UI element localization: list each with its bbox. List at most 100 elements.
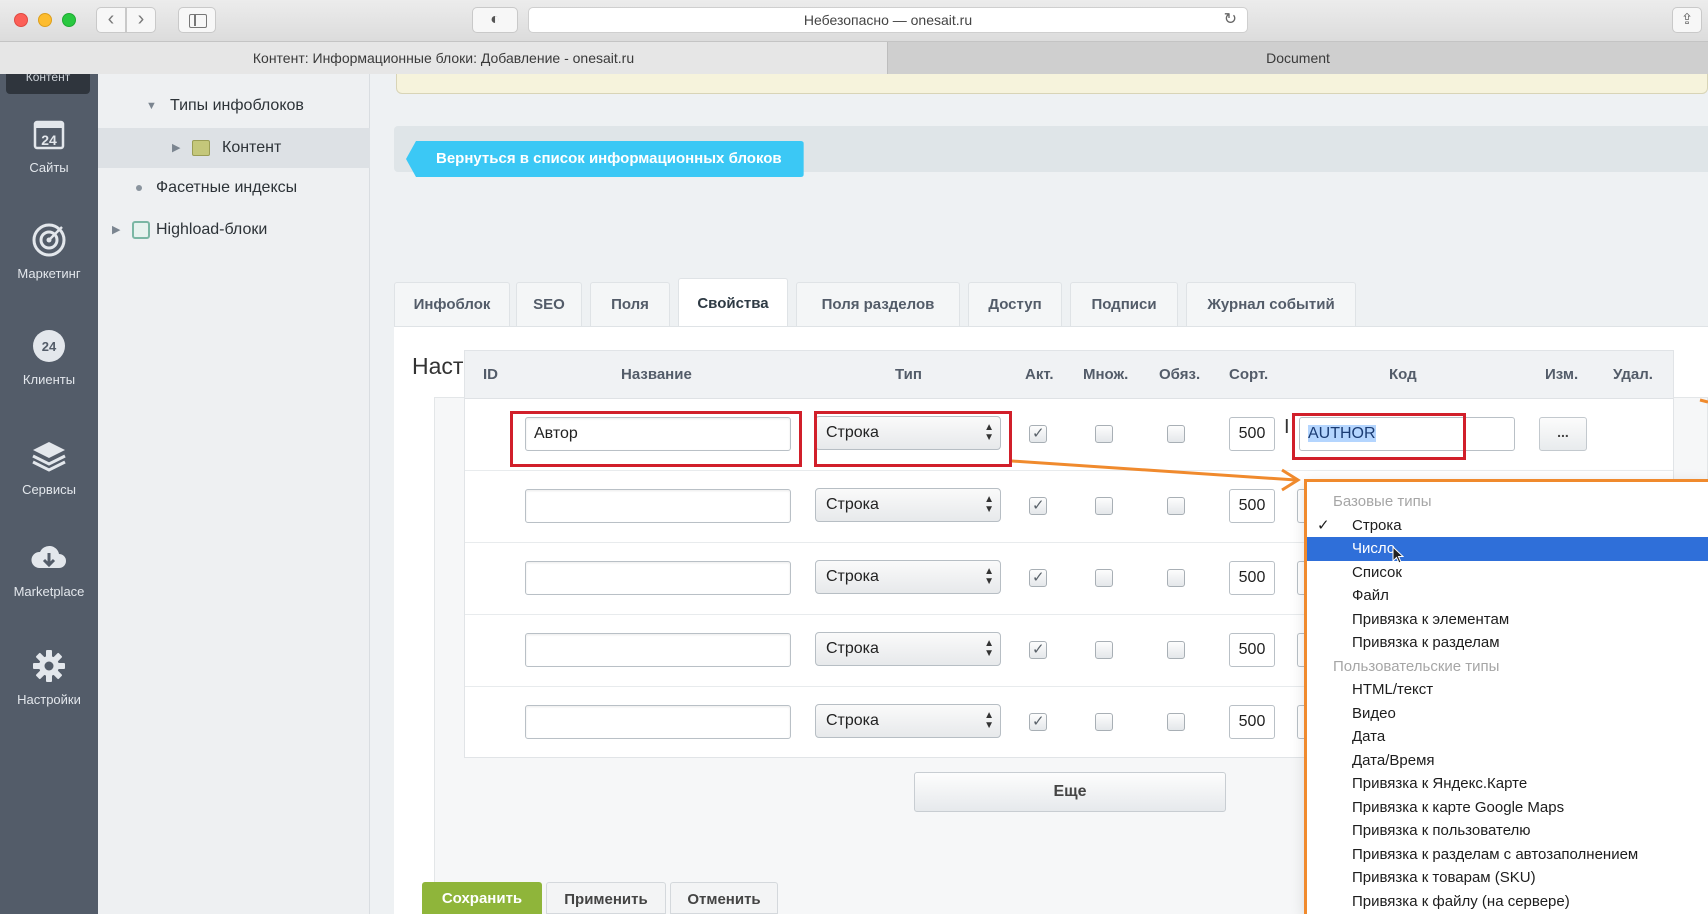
triangle-right-icon[interactable]: ▶ xyxy=(172,128,180,168)
sort-input[interactable]: 500 xyxy=(1229,417,1275,451)
dropdown-option[interactable]: Привязка к Яндекс.Карте xyxy=(1307,772,1708,796)
tab-properties[interactable]: Свойства xyxy=(678,278,788,326)
dropdown-option[interactable]: ✓ Строка xyxy=(1307,514,1708,538)
col-header: Тип xyxy=(895,366,922,383)
privacy-icon: ◐ xyxy=(490,11,500,28)
select-value: Строка xyxy=(826,640,879,657)
multiple-checkbox[interactable] xyxy=(1095,425,1113,443)
dropdown-option[interactable]: Файл xyxy=(1307,584,1708,608)
dropdown-group-label: Пользовательские типы xyxy=(1333,657,1500,675)
tree-item-facet-indexes[interactable]: Фасетные индексы xyxy=(98,168,370,208)
dropdown-option-highlighted[interactable]: Число xyxy=(1307,537,1708,561)
multiple-checkbox[interactable] xyxy=(1095,713,1113,731)
rail-item-settings[interactable]: Настройки xyxy=(0,646,98,707)
select-arrows-icon: ▲ ▼ xyxy=(984,638,994,659)
chevron-right-icon: › xyxy=(137,8,145,30)
select-arrows-icon: ▲ ▼ xyxy=(984,710,994,731)
triangle-down-icon[interactable]: ▼ xyxy=(146,86,157,126)
dropdown-option[interactable]: Дата xyxy=(1307,725,1708,749)
multiple-checkbox[interactable] xyxy=(1095,497,1113,515)
property-name-input[interactable] xyxy=(525,633,791,667)
dropdown-option[interactable]: Привязка к разделам с автозаполнением xyxy=(1307,843,1708,867)
dropdown-option[interactable]: Привязка к товарам (SKU) xyxy=(1307,866,1708,890)
property-type-select[interactable]: Строка ▲ ▼ xyxy=(815,632,1001,666)
required-checkbox[interactable] xyxy=(1167,425,1185,443)
rail-top-item[interactable]: Контент xyxy=(6,74,90,94)
required-checkbox[interactable] xyxy=(1167,713,1185,731)
cancel-button[interactable]: Отменить xyxy=(670,882,778,914)
close-window-button[interactable] xyxy=(14,13,28,27)
active-checkbox[interactable] xyxy=(1029,712,1047,731)
select-arrows-icon: ▲ ▼ xyxy=(984,566,994,587)
property-type-select[interactable]: Строка ▲ ▼ xyxy=(815,560,1001,594)
more-rows-button[interactable]: Еще xyxy=(914,772,1226,812)
tab-access[interactable]: Доступ xyxy=(968,282,1062,326)
tree-item-highload[interactable]: ▶ Highload-блоки xyxy=(98,210,370,250)
zoom-window-button[interactable] xyxy=(62,13,76,27)
dropdown-option[interactable]: Привязка к разделам xyxy=(1307,631,1708,655)
tree-item-label: Типы инфоблоков xyxy=(170,97,304,114)
active-checkbox[interactable] xyxy=(1029,568,1047,587)
save-button[interactable]: Сохранить xyxy=(422,882,542,914)
active-checkbox[interactable] xyxy=(1029,496,1047,515)
rail-label: Клиенты xyxy=(22,372,76,387)
rail-label: Marketplace xyxy=(13,584,85,599)
col-header: Сорт. xyxy=(1229,366,1269,383)
address-bar[interactable]: Небезопасно — onesait.ru ↻ xyxy=(528,7,1248,33)
edit-property-button[interactable]: ... xyxy=(1539,417,1587,451)
privacy-report-button[interactable]: ◐ xyxy=(472,7,518,33)
browser-tab-active[interactable]: Контент: Информационные блоки: Добавлени… xyxy=(0,42,888,74)
address-text: Небезопасно — onesait.ru xyxy=(803,12,973,28)
forward-nav-button[interactable]: › xyxy=(126,7,156,33)
dropdown-option[interactable]: Привязка к элементам xyxy=(1307,608,1708,632)
multiple-checkbox[interactable] xyxy=(1095,569,1113,587)
rail-item-clients[interactable]: 24 Клиенты xyxy=(0,326,98,387)
tab-section-fields[interactable]: Поля разделов xyxy=(796,282,960,326)
reload-icon[interactable]: ↻ xyxy=(1224,8,1237,32)
property-type-select[interactable]: Строка ▲ ▼ xyxy=(815,704,1001,738)
back-nav-button[interactable]: ‹ xyxy=(96,7,126,33)
rail-item-services[interactable]: Сервисы xyxy=(0,436,98,497)
property-type-select[interactable]: Строка ▲ ▼ xyxy=(815,488,1001,522)
iblock-type-icon xyxy=(192,140,210,156)
sort-input[interactable]: 500 xyxy=(1229,705,1275,739)
tab-event-log[interactable]: Журнал событий xyxy=(1186,282,1356,326)
dropdown-option[interactable]: Видео xyxy=(1307,702,1708,726)
property-name-input[interactable] xyxy=(525,705,791,739)
crm-24-icon: 24 xyxy=(29,326,69,366)
minimize-window-button[interactable] xyxy=(38,13,52,27)
tab-seo[interactable]: SEO xyxy=(516,282,582,326)
triangle-right-icon[interactable]: ▶ xyxy=(112,210,120,250)
required-checkbox[interactable] xyxy=(1167,569,1185,587)
property-name-input[interactable] xyxy=(525,489,791,523)
dropdown-option[interactable]: Список xyxy=(1307,561,1708,585)
active-checkbox[interactable] xyxy=(1029,640,1047,659)
rail-item-marketplace[interactable]: Marketplace xyxy=(0,538,98,599)
back-to-list-button[interactable]: Вернуться в список информационных блоков xyxy=(406,141,1194,177)
dropdown-option[interactable]: HTML/текст xyxy=(1307,678,1708,702)
required-checkbox[interactable] xyxy=(1167,497,1185,515)
sort-input[interactable]: 500 xyxy=(1229,489,1275,523)
tab-captions[interactable]: Подписи xyxy=(1070,282,1178,326)
sort-input[interactable]: 500 xyxy=(1229,561,1275,595)
sort-input[interactable]: 500 xyxy=(1229,633,1275,667)
dropdown-option[interactable]: Привязка к карте Google Maps xyxy=(1307,796,1708,820)
rail-item-marketing[interactable]: Маркетинг xyxy=(0,220,98,281)
share-button[interactable]: ⇪ xyxy=(1672,7,1702,33)
required-checkbox[interactable] xyxy=(1167,641,1185,659)
tree-item-content[interactable]: ▶ Контент xyxy=(98,128,370,168)
active-checkbox[interactable] xyxy=(1029,424,1047,443)
mouse-pointer-icon xyxy=(1392,546,1404,564)
dropdown-option[interactable]: Дата/Время xyxy=(1307,749,1708,773)
rail-item-sites[interactable]: 24 Сайты xyxy=(0,114,98,175)
tab-iblock[interactable]: Инфоблок xyxy=(394,282,510,326)
multiple-checkbox[interactable] xyxy=(1095,641,1113,659)
apply-button[interactable]: Применить xyxy=(546,882,666,914)
property-name-input[interactable] xyxy=(525,561,791,595)
dropdown-option[interactable]: Привязка к файлу (на сервере) xyxy=(1307,890,1708,914)
tree-item-iblock-types[interactable]: ▼ Типы инфоблоков xyxy=(98,86,370,126)
dropdown-option[interactable]: Привязка к пользователю xyxy=(1307,819,1708,843)
browser-tab-document[interactable]: Document xyxy=(888,42,1708,74)
sidebar-toggle-button[interactable] xyxy=(178,7,216,33)
tab-fields[interactable]: Поля xyxy=(590,282,670,326)
